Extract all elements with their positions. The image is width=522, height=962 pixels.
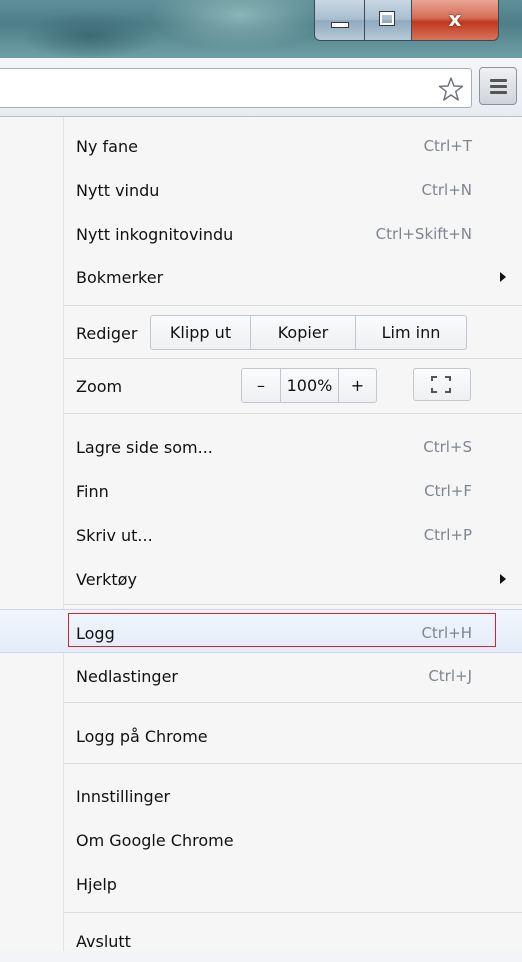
window-titlebar: x xyxy=(0,0,522,58)
menu-item-settings[interactable]: Innstillinger xyxy=(0,773,522,817)
zoom-level: 100% xyxy=(280,369,338,402)
menu-row-zoom: Zoom – 100% + xyxy=(0,363,522,407)
menu-item-label: Nytt vindu xyxy=(76,181,160,200)
menu-item-shortcut: Ctrl+S xyxy=(423,438,472,456)
menu-row-edit: Rediger Klipp ut Kopier Lim inn xyxy=(0,310,522,354)
chrome-main-menu: Ny fane Ctrl+T Nytt vindu Ctrl+N Nytt in… xyxy=(0,117,522,951)
menu-item-label: Logg xyxy=(76,624,115,643)
menu-item-shortcut: Ctrl+T xyxy=(423,137,472,155)
menu-item-exit[interactable]: Avslutt xyxy=(0,918,522,962)
menu-item-label: Lagre side som... xyxy=(76,438,213,457)
menu-separator xyxy=(64,763,522,764)
menu-separator xyxy=(64,358,522,359)
menu-item-label: Finn xyxy=(76,482,109,501)
menu-item-history[interactable]: Logg Ctrl+H xyxy=(0,609,522,653)
menu-separator xyxy=(64,702,522,703)
menu-item-label: Verktøy xyxy=(76,570,137,589)
cut-button[interactable]: Klipp ut xyxy=(151,316,250,349)
menu-item-find[interactable]: Finn Ctrl+F xyxy=(0,468,522,512)
menu-item-shortcut: Ctrl+F xyxy=(424,482,472,500)
menu-item-label: Hjelp xyxy=(76,875,117,894)
close-icon: x xyxy=(448,7,462,31)
fullscreen-icon xyxy=(431,376,451,393)
menu-item-new-window[interactable]: Nytt vindu Ctrl+N xyxy=(0,167,522,211)
edit-label: Rediger xyxy=(76,324,138,343)
address-bar[interactable] xyxy=(0,68,472,108)
menu-item-tools[interactable]: Verktøy xyxy=(0,556,522,600)
menu-item-bookmarks[interactable]: Bokmerker xyxy=(0,254,522,298)
hamburger-menu-icon-bar xyxy=(490,91,507,94)
menu-item-shortcut: Ctrl+P xyxy=(423,526,472,544)
menu-separator xyxy=(64,912,522,913)
window-controls: x xyxy=(314,0,499,41)
menu-item-label: Avslutt xyxy=(76,932,131,951)
submenu-arrow-icon xyxy=(500,574,506,584)
hamburger-menu-icon-bar xyxy=(490,85,507,88)
menu-item-label: Skriv ut... xyxy=(76,526,153,545)
zoom-label: Zoom xyxy=(76,377,123,396)
menu-item-label: Nedlastinger xyxy=(76,667,178,686)
menu-item-label: Nytt inkognitovindu xyxy=(76,225,234,244)
menu-item-downloads[interactable]: Nedlastinger Ctrl+J xyxy=(0,653,522,697)
zoom-controls: – 100% + xyxy=(241,368,377,403)
menu-item-shortcut: Ctrl+N xyxy=(421,181,472,199)
fullscreen-button[interactable] xyxy=(413,368,471,401)
menu-separator xyxy=(64,305,522,306)
menu-item-label: Bokmerker xyxy=(76,268,164,287)
zoom-in-button[interactable]: + xyxy=(338,369,376,402)
browser-toolbar xyxy=(0,58,522,117)
menu-item-save-page[interactable]: Lagre side som... Ctrl+S xyxy=(0,424,522,468)
menu-item-label: Innstillinger xyxy=(76,787,171,806)
menu-item-label: Logg på Chrome xyxy=(76,727,208,746)
titlebar-background-shade xyxy=(20,10,160,58)
menu-item-shortcut: Ctrl+H xyxy=(421,624,472,642)
paste-button[interactable]: Lim inn xyxy=(355,316,466,349)
menu-item-shortcut: Ctrl+J xyxy=(428,667,472,685)
menu-item-help[interactable]: Hjelp xyxy=(0,861,522,905)
menu-item-print[interactable]: Skriv ut... Ctrl+P xyxy=(0,512,522,556)
menu-item-new-tab[interactable]: Ny fane Ctrl+T xyxy=(0,123,522,167)
submenu-arrow-icon xyxy=(500,272,506,282)
copy-button[interactable]: Kopier xyxy=(250,316,355,349)
titlebar-background xyxy=(150,0,330,50)
minimize-button[interactable] xyxy=(314,0,365,41)
maximize-icon xyxy=(379,11,395,26)
close-button[interactable]: x xyxy=(412,0,499,41)
chrome-menu-button[interactable] xyxy=(479,67,517,105)
menu-separator xyxy=(64,413,522,414)
hamburger-menu-icon xyxy=(490,79,507,82)
menu-item-shortcut: Ctrl+Skift+N xyxy=(375,225,472,243)
menu-item-about-chrome[interactable]: Om Google Chrome xyxy=(0,817,522,861)
star-outline-icon[interactable] xyxy=(438,76,464,102)
minimize-icon xyxy=(331,22,349,28)
menu-separator xyxy=(64,604,522,605)
edit-button-group: Klipp ut Kopier Lim inn xyxy=(150,315,467,350)
zoom-out-button[interactable]: – xyxy=(242,369,280,402)
menu-item-label: Om Google Chrome xyxy=(76,831,234,850)
maximize-button[interactable] xyxy=(365,0,412,41)
menu-item-sign-in-chrome[interactable]: Logg på Chrome xyxy=(0,713,522,757)
menu-item-label: Ny fane xyxy=(76,137,138,156)
menu-item-new-incognito-window[interactable]: Nytt inkognitovindu Ctrl+Skift+N xyxy=(0,211,522,255)
